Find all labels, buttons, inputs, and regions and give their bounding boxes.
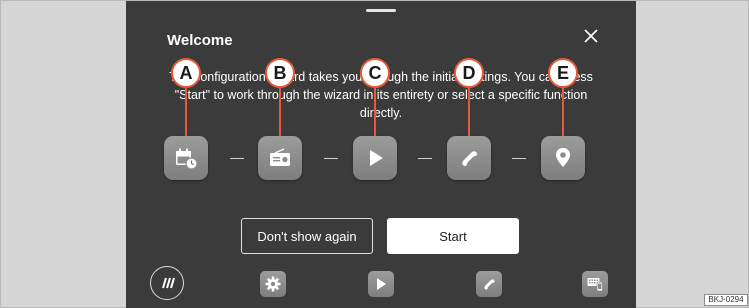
step-connector	[230, 158, 244, 159]
callout-e: E	[548, 58, 578, 88]
infotainment-screen: Welcome The configuration wizard takes y…	[126, 1, 636, 308]
figure-frame: Welcome The configuration wizard takes y…	[0, 0, 749, 308]
description-line-3: directly.	[359, 106, 403, 120]
description-line-2: "Start" to work through the wizard in it…	[174, 88, 588, 102]
step-media-button[interactable]	[353, 136, 397, 180]
menu-icon	[162, 277, 175, 289]
location-pin-icon	[556, 148, 570, 167]
step-connector	[512, 158, 526, 159]
step-date-time-button[interactable]	[164, 136, 208, 180]
keyboard-phone-icon	[587, 278, 603, 292]
drag-handle[interactable]	[366, 9, 396, 12]
callout-c: C	[360, 58, 390, 88]
callout-line	[185, 87, 187, 136]
callout-line	[468, 87, 470, 136]
step-connector	[418, 158, 432, 159]
play-icon	[370, 150, 383, 166]
step-phone-button[interactable]	[447, 136, 491, 180]
step-radio-button[interactable]	[258, 136, 302, 180]
callout-line	[374, 87, 376, 136]
phone-icon	[484, 279, 495, 290]
radio-icon	[270, 148, 290, 166]
callout-line	[562, 87, 564, 136]
media-icon	[377, 278, 386, 290]
dock-settings-button[interactable]	[260, 271, 286, 297]
callout-b: B	[265, 58, 295, 88]
callout-line	[279, 87, 281, 136]
calendar-clock-icon	[176, 148, 198, 170]
callout-a: A	[171, 58, 201, 88]
dock-smartphone-button[interactable]	[582, 271, 608, 297]
dock-phone-button[interactable]	[476, 271, 502, 297]
settings-icon	[265, 276, 281, 292]
dock-media-button[interactable]	[368, 271, 394, 297]
callout-d: D	[454, 58, 484, 88]
dont-show-again-button[interactable]: Don't show again	[241, 218, 373, 254]
close-icon[interactable]	[582, 27, 600, 45]
menu-button[interactable]	[150, 266, 184, 300]
figure-code: BKJ-0294	[704, 294, 748, 306]
phone-icon	[462, 151, 478, 167]
dialog-title: Welcome	[167, 32, 233, 49]
start-button[interactable]: Start	[387, 218, 519, 254]
step-navigation-button[interactable]	[541, 136, 585, 180]
step-connector	[324, 158, 338, 159]
